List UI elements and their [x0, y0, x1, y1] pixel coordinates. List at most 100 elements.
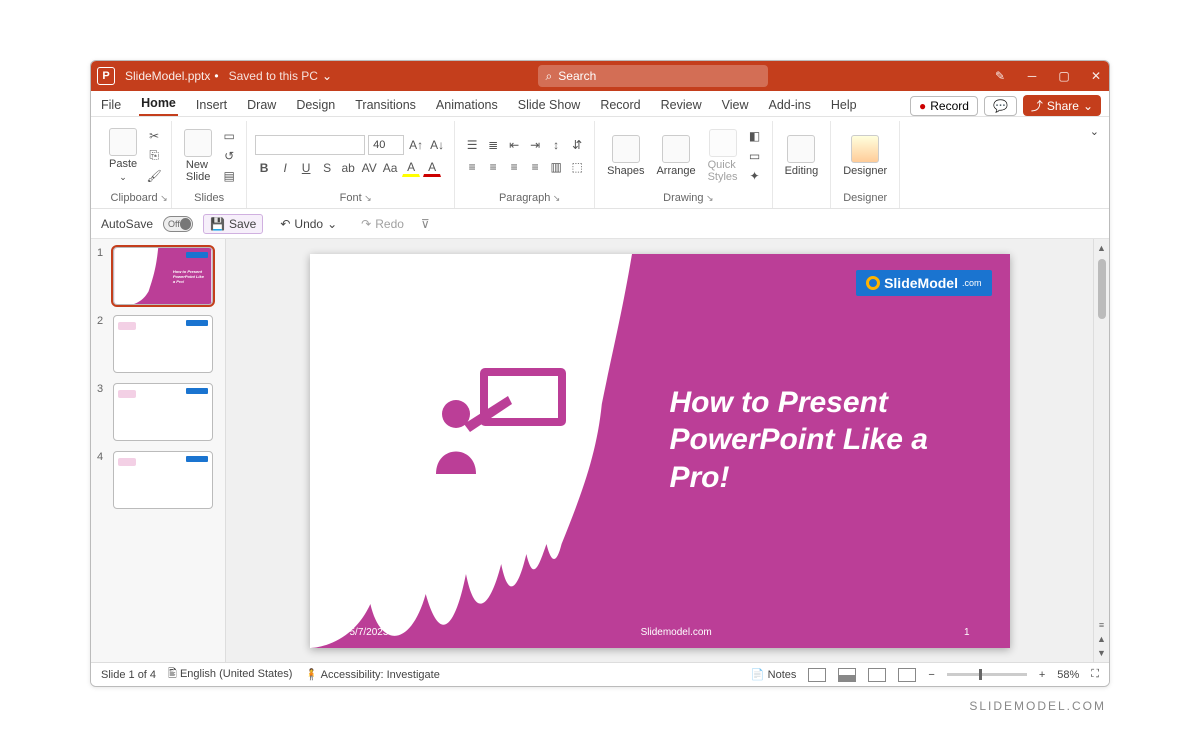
italic-button[interactable]: I — [276, 159, 294, 177]
highlight-button[interactable]: A — [402, 159, 420, 177]
autosave-toggle[interactable]: Off — [163, 216, 193, 232]
slide-editor[interactable]: SlideModel.com How to Present PowerPoint… — [226, 239, 1093, 662]
tab-record[interactable]: Record — [598, 94, 642, 116]
font-size-select[interactable]: 40 — [368, 135, 404, 155]
vertical-scrollbar[interactable]: ▲ ≡ ▲ ▼ — [1093, 239, 1109, 662]
spacing-button[interactable]: AV — [360, 159, 378, 177]
line-spacing-button[interactable]: ↕ — [547, 136, 565, 154]
redo-button[interactable]: ↷ Redo — [354, 214, 411, 234]
group-clipboard: Paste⌄ ✂ ⎘ 🖌 Clipboard↘ — [97, 121, 172, 208]
accessibility-status[interactable]: 🧍 Accessibility: Investigate — [304, 668, 439, 681]
powerpoint-icon: P — [97, 67, 115, 85]
group-paragraph: ☰ ≣ ⇤ ⇥ ↕ ⇵ ≡ ≡ ≡ ≡ ▥ ⬚ — [455, 121, 595, 208]
text-direction-button[interactable]: ⇵ — [568, 136, 586, 154]
shapes-button[interactable]: Shapes — [603, 133, 648, 179]
copy-button[interactable]: ⎘ — [145, 147, 163, 165]
reset-button[interactable]: ↺ — [220, 147, 238, 165]
zoom-slider[interactable] — [947, 673, 1027, 676]
decrease-font-button[interactable]: A↓ — [428, 136, 446, 154]
thumbnail-2[interactable] — [113, 315, 213, 373]
tab-view[interactable]: View — [720, 94, 751, 116]
comments-button[interactable]: 💬 — [984, 96, 1017, 116]
tab-insert[interactable]: Insert — [194, 94, 229, 116]
bold-button[interactable]: B — [255, 159, 273, 177]
file-name: SlideModel.pptx — [125, 69, 210, 83]
section-button[interactable]: ▤ — [220, 167, 238, 185]
underline-button[interactable]: U — [297, 159, 315, 177]
slide-counter[interactable]: Slide 1 of 4 — [101, 669, 156, 681]
justify-button[interactable]: ≡ — [526, 158, 544, 176]
tab-file[interactable]: File — [99, 94, 123, 116]
strike-button[interactable]: S — [318, 159, 336, 177]
save-state[interactable]: Saved to this PC — [229, 69, 318, 83]
chevron-down-icon[interactable]: ⌄ — [322, 69, 332, 83]
zoom-out-button[interactable]: − — [928, 669, 934, 681]
qat-customize-button[interactable]: ⊽ — [421, 217, 430, 231]
align-right-button[interactable]: ≡ — [505, 158, 523, 176]
bullets-button[interactable]: ☰ — [463, 136, 481, 154]
tab-addins[interactable]: Add-ins — [766, 94, 812, 116]
designer-icon — [851, 135, 879, 163]
ribbon-tabs: File Home Insert Draw Design Transitions… — [91, 91, 1109, 117]
normal-view-button[interactable] — [808, 668, 826, 682]
search-input[interactable]: ⌕ Search — [538, 65, 768, 87]
case-button[interactable]: Aa — [381, 159, 399, 177]
notes-button[interactable]: 📄 Notes — [751, 668, 797, 681]
sorter-view-button[interactable] — [838, 668, 856, 682]
record-button[interactable]: ●Record — [910, 96, 978, 116]
numbering-button[interactable]: ≣ — [484, 136, 502, 154]
slide-canvas[interactable]: SlideModel.com How to Present PowerPoint… — [310, 254, 1010, 648]
zoom-level[interactable]: 58% — [1057, 669, 1079, 681]
shadow-button[interactable]: ab — [339, 159, 357, 177]
save-button[interactable]: 💾Save — [203, 214, 263, 234]
minimize-button[interactable]: ─ — [1025, 69, 1039, 83]
tab-help[interactable]: Help — [829, 94, 859, 116]
fit-button[interactable]: ⛶ — [1091, 668, 1099, 681]
new-slide-icon — [184, 129, 212, 157]
tab-transitions[interactable]: Transitions — [353, 94, 418, 116]
arrange-button[interactable]: Arrange — [652, 133, 699, 179]
tab-review[interactable]: Review — [659, 94, 704, 116]
tab-design[interactable]: Design — [294, 94, 337, 116]
tab-home[interactable]: Home — [139, 92, 178, 116]
designer-button[interactable]: Designer — [839, 133, 891, 179]
search-icon: ⌕ — [546, 69, 553, 84]
paste-button[interactable]: Paste⌄ — [105, 126, 141, 185]
share-button[interactable]: ⤴ Share ⌄ — [1023, 95, 1101, 116]
thumbnail-1[interactable]: How to PresentPowerPoint Likea Pro! — [113, 247, 213, 305]
reading-view-button[interactable] — [868, 668, 886, 682]
cut-button[interactable]: ✂ — [145, 127, 163, 145]
columns-button[interactable]: ▥ — [547, 158, 565, 176]
font-color-button[interactable]: A — [423, 159, 441, 177]
new-slide-button[interactable]: New Slide — [180, 127, 216, 185]
editing-button[interactable]: Editing — [781, 133, 823, 179]
thumbnail-3[interactable] — [113, 383, 213, 441]
shape-effects-button[interactable]: ✦ — [746, 167, 764, 185]
format-painter-button[interactable]: 🖌 — [145, 167, 163, 185]
quick-styles-button[interactable]: Quick Styles — [704, 127, 742, 185]
undo-button[interactable]: ↶ Undo ⌄ — [273, 214, 344, 234]
tab-draw[interactable]: Draw — [245, 94, 278, 116]
tab-slideshow[interactable]: Slide Show — [516, 94, 583, 116]
indent-decrease-button[interactable]: ⇤ — [505, 136, 523, 154]
shape-fill-button[interactable]: ◧ — [746, 127, 764, 145]
close-button[interactable]: ✕ — [1089, 69, 1103, 83]
align-left-button[interactable]: ≡ — [463, 158, 481, 176]
shape-outline-button[interactable]: ▭ — [746, 147, 764, 165]
pen-icon[interactable]: ✎ — [993, 69, 1007, 83]
thumbnail-4[interactable] — [113, 451, 213, 509]
slideshow-view-button[interactable] — [898, 668, 916, 682]
tab-animations[interactable]: Animations — [434, 94, 500, 116]
slidemodel-logo: SlideModel.com — [856, 270, 991, 296]
align-center-button[interactable]: ≡ — [484, 158, 502, 176]
slide-title[interactable]: How to Present PowerPoint Like a Pro! — [670, 384, 970, 497]
font-family-select[interactable] — [255, 135, 365, 155]
zoom-in-button[interactable]: + — [1039, 669, 1045, 681]
indent-increase-button[interactable]: ⇥ — [526, 136, 544, 154]
collapse-ribbon-button[interactable]: ⌄ — [1086, 121, 1103, 208]
smartart-button[interactable]: ⬚ — [568, 158, 586, 176]
language-status[interactable]: 🖺 English (United States) — [168, 665, 292, 684]
increase-font-button[interactable]: A↑ — [407, 136, 425, 154]
layout-button[interactable]: ▭ — [220, 127, 238, 145]
maximize-button[interactable]: ▢ — [1057, 69, 1071, 83]
